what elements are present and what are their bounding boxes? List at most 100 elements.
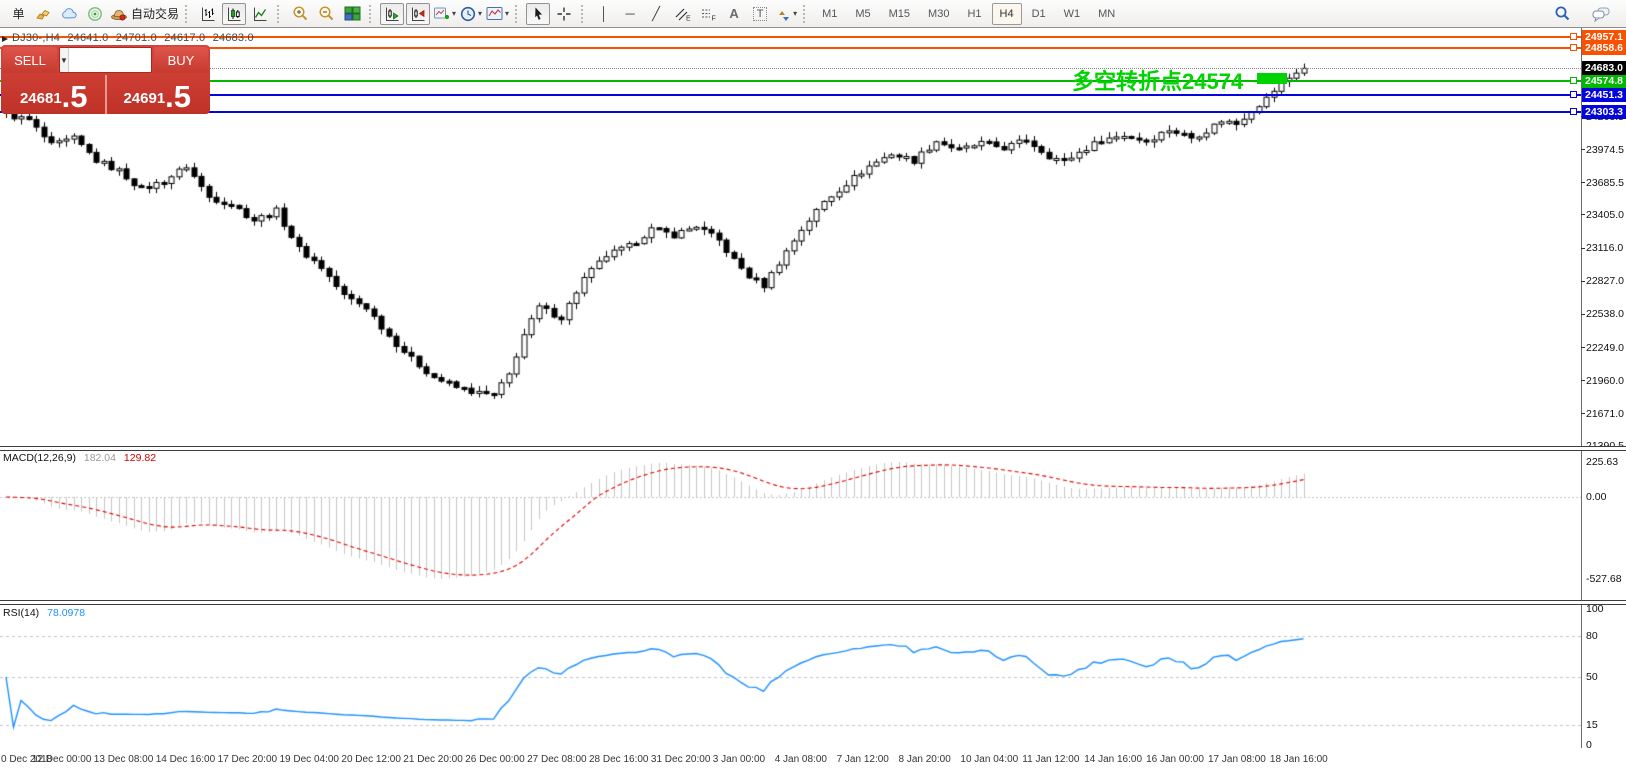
signals-button[interactable] — [83, 3, 107, 25]
buy-price-button[interactable]: 24691 .5 — [107, 75, 209, 114]
crosshair-icon — [556, 6, 572, 22]
level-marker-square[interactable] — [1570, 77, 1577, 84]
sell-button[interactable]: SELL — [3, 47, 57, 73]
timeframe-button-MN[interactable]: MN — [1090, 3, 1123, 25]
candlestick-icon — [226, 6, 242, 22]
new-order-button[interactable]: 单 — [5, 3, 29, 25]
time-axis-label: 10 Jan 04:00 — [960, 754, 1018, 765]
cursor-button[interactable] — [526, 3, 550, 25]
level-marker-square[interactable] — [1570, 91, 1577, 98]
chat-icon — [1591, 6, 1611, 22]
text-label-button[interactable]: T — [748, 3, 772, 25]
zoom-out-icon — [318, 5, 335, 22]
sell-price-button[interactable]: 24681 .5 — [3, 75, 107, 114]
time-axis-label: 17 Dec 20:00 — [218, 754, 278, 765]
chart-area: 24957.124858.624574.824451.324303.324683… — [0, 28, 1626, 776]
cursor-icon — [531, 6, 546, 22]
zoom-in-button[interactable] — [288, 3, 312, 25]
time-axis-label: 31 Dec 20:00 — [651, 754, 711, 765]
buy-button[interactable]: BUY — [154, 47, 208, 73]
line-chart-button[interactable] — [248, 3, 272, 25]
price-tick-label: 23116.0 — [1586, 242, 1623, 254]
bar-chart-button[interactable] — [196, 3, 220, 25]
timeframe-button-D1[interactable]: D1 — [1024, 3, 1054, 25]
timeframe-button-M15[interactable]: M15 — [881, 3, 918, 25]
market-button[interactable] — [31, 3, 55, 25]
volume-input[interactable] — [69, 48, 152, 72]
rsi-indicator-canvas[interactable] — [0, 605, 1581, 748]
periods-button[interactable]: ▾ — [459, 3, 483, 25]
macd-indicator-canvas[interactable] — [0, 451, 1581, 600]
volume-decrease-button[interactable]: ▼ — [60, 48, 69, 72]
dropdown-caret-icon[interactable]: ▾ — [478, 9, 482, 18]
chart-shift-button[interactable] — [406, 3, 430, 25]
chat-button[interactable] — [1589, 3, 1613, 25]
macd-label: MACD(12,26,9) 182.04 129.82 — [3, 452, 156, 464]
candlestick-chart-button[interactable] — [222, 3, 246, 25]
trendline-button[interactable]: ╱ — [644, 3, 668, 25]
price-tick-label: 23685.5 — [1586, 177, 1624, 189]
price-tick-dash — [1581, 413, 1585, 414]
autotrade-button[interactable]: 自动交易 — [109, 3, 180, 25]
pivot-annotation-rectangle[interactable] — [1257, 73, 1287, 84]
price-chart-canvas[interactable] — [0, 28, 1581, 446]
timeframe-button-W1[interactable]: W1 — [1056, 3, 1089, 25]
crosshair-button[interactable] — [552, 3, 576, 25]
price-tick-dash — [1581, 380, 1585, 381]
price-tick-label: 22538.0 — [1586, 308, 1624, 320]
add-indicator-button[interactable]: ▾ — [432, 3, 457, 25]
price-level-line[interactable] — [0, 94, 1581, 96]
level-marker-square[interactable] — [1570, 108, 1577, 115]
rsi-axis-label: 80 — [1586, 630, 1598, 642]
macd-name: MACD(12,26,9) — [3, 452, 76, 464]
time-axis-label: 4 Jan 08:00 — [775, 754, 827, 765]
pivot-annotation-text[interactable]: 多空转折点24574 — [1072, 64, 1243, 96]
fibonacci-button[interactable]: F — [696, 3, 720, 25]
cloud-button[interactable] — [57, 3, 81, 25]
time-axis-label: 3 Jan 00:00 — [713, 754, 765, 765]
search-button[interactable] — [1550, 3, 1574, 25]
tile-windows-button[interactable] — [340, 3, 364, 25]
price-level-line[interactable] — [0, 80, 1581, 82]
auto-scroll-button[interactable] — [380, 3, 404, 25]
dropdown-caret-icon[interactable]: ▾ — [793, 9, 797, 18]
dropdown-caret-icon[interactable]: ▾ — [452, 9, 456, 18]
time-axis-label: 28 Dec 16:00 — [589, 754, 649, 765]
chart-header: DJ30-,H4 24641.0 24701.0 24617.0 24683.0 — [12, 32, 258, 44]
macd-main-value: 182.04 — [84, 452, 116, 464]
vline-icon: │ — [600, 6, 608, 21]
arrows-button[interactable]: ▾ — [774, 3, 798, 25]
templates-button[interactable]: ▾ — [485, 3, 510, 25]
level-marker-square[interactable] — [1570, 44, 1577, 51]
price-tick-dash — [1581, 182, 1585, 183]
vertical-line-button[interactable]: │ — [592, 3, 616, 25]
ohlc-high: 24701.0 — [116, 32, 157, 44]
pane-divider[interactable] — [0, 600, 1626, 605]
timeframe-button-M1[interactable]: M1 — [814, 3, 845, 25]
price-tick-dash — [1581, 248, 1585, 249]
pane-divider[interactable] — [0, 446, 1626, 451]
channel-icon: E — [674, 6, 691, 22]
text-button[interactable]: A — [722, 3, 746, 25]
price-level-line[interactable] — [0, 111, 1581, 113]
equidistant-channel-button[interactable]: E — [670, 3, 694, 25]
signal-icon — [87, 6, 103, 22]
buy-price-main: 24691 — [123, 86, 165, 112]
cloud-icon — [61, 6, 78, 22]
autotrade-icon — [110, 6, 128, 22]
level-marker-square[interactable] — [1570, 33, 1577, 40]
tile-windows-icon — [344, 6, 361, 21]
shapes-icon — [775, 6, 791, 22]
time-axis-label: 19 Dec 04:00 — [280, 754, 340, 765]
timeframe-button-M30[interactable]: M30 — [920, 3, 957, 25]
timeframe-button-H1[interactable]: H1 — [959, 3, 989, 25]
horizontal-line-button[interactable]: ─ — [618, 3, 642, 25]
dropdown-caret-icon[interactable]: ▾ — [505, 9, 509, 18]
ohlc-low: 24617.0 — [164, 32, 205, 44]
toolbar-separator — [515, 5, 521, 23]
timeframe-button-M5[interactable]: M5 — [847, 3, 878, 25]
timeframe-button-H4[interactable]: H4 — [992, 3, 1022, 25]
zoom-out-button[interactable] — [314, 3, 338, 25]
time-axis-label: 27 Dec 08:00 — [527, 754, 587, 765]
price-level-line[interactable] — [0, 47, 1581, 49]
